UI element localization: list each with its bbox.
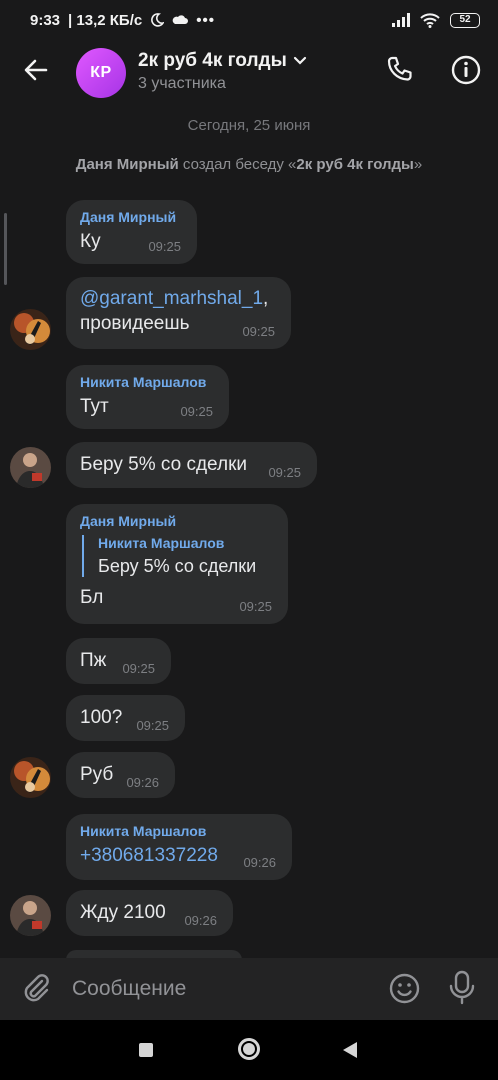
message-bubble[interactable]: Даня Мирный Никита Маршалов Беру 5% со с… (66, 504, 288, 624)
info-icon[interactable] (450, 54, 482, 86)
status-time: 9:33 (30, 11, 61, 29)
message-time: 09:26 (184, 913, 217, 928)
status-bar: 9:33 | 13,2 КБ/с ••• 52 (0, 0, 498, 40)
message-bubble[interactable]: @garant_marhshal_1, провидеешь 09:25 (66, 277, 291, 349)
chat-avatar[interactable]: КР (76, 48, 126, 98)
message-bubble[interactable]: Даня Мирный Ку 09:25 (66, 200, 197, 264)
system-back-button[interactable] (343, 1042, 357, 1058)
message-sender[interactable]: Никита Маршалов (80, 823, 278, 839)
message-time: 09:25 (242, 324, 275, 339)
chat-title-text: 2к руб 4к голды (138, 50, 287, 71)
moon-icon (151, 13, 165, 27)
message-time: 09:25 (122, 661, 155, 676)
system-author: Даня Мирный (75, 156, 179, 173)
avatar[interactable] (10, 895, 51, 936)
back-arrow-icon[interactable] (20, 54, 52, 86)
home-button[interactable] (238, 1038, 260, 1060)
system-message: Даня Мирный создал беседу «2к руб 4к гол… (75, 156, 423, 173)
message-text: @garant_marhshal_1, (80, 288, 269, 309)
message-bubble[interactable]: 100? 09:25 (66, 695, 185, 741)
microphone-icon[interactable] (447, 970, 477, 1006)
recents-button[interactable] (139, 1043, 153, 1057)
message-bubble[interactable]: Жду 2100 09:26 (66, 890, 233, 936)
message-time: 09:25 (136, 718, 169, 733)
avatar-photo (10, 447, 51, 488)
chevron-down-icon (293, 56, 306, 65)
reply-sender: Никита Маршалов (98, 535, 225, 551)
message-time: 09:26 (126, 775, 159, 790)
date-separator: Сегодня, 25 июня (187, 117, 311, 134)
chat-header: КР 2к руб 4к голды 3 участника (0, 40, 498, 106)
phone-icon[interactable] (384, 54, 416, 86)
scrollbar[interactable] (4, 213, 7, 285)
avatar-photo (10, 757, 51, 798)
message-bubble[interactable]: Руб 09:26 (66, 752, 175, 798)
avatar-photo (10, 309, 51, 350)
message-composer (0, 958, 498, 1020)
message-time: 09:25 (148, 239, 181, 254)
chat-members-count: 3 участника (138, 75, 226, 92)
message-bubble[interactable]: Никита Маршалов +380681337228 09:26 (66, 814, 292, 880)
system-chat-name: 2к руб 4к голды (296, 156, 414, 173)
reply-quote[interactable]: Никита Маршалов Беру 5% со сделки (82, 535, 274, 577)
wifi-icon (420, 12, 440, 28)
emoji-icon[interactable] (388, 972, 421, 1005)
mention-link[interactable]: @garant_marhshal_1 (80, 288, 263, 309)
chat-title-block[interactable]: 2к руб 4к голды 3 участника (138, 50, 307, 93)
message-sender[interactable]: Даня Мирный (80, 209, 183, 225)
more-notifications-icon: ••• (196, 11, 215, 29)
avatar-photo (10, 895, 51, 936)
message-sender[interactable]: Даня Мирный (80, 513, 274, 529)
reply-text: Беру 5% со сделки (98, 556, 257, 576)
message-sender[interactable]: Никита Маршалов (80, 374, 215, 390)
battery-indicator: 52 (450, 12, 480, 28)
avatar[interactable] (10, 309, 51, 350)
avatar[interactable] (10, 757, 51, 798)
cloud-icon (172, 15, 189, 24)
chat-title[interactable]: 2к руб 4к голды (138, 50, 307, 72)
message-bubble[interactable]: Беру 5% со сделки 09:25 (66, 442, 317, 488)
message-input[interactable] (72, 973, 362, 1005)
message-bubble[interactable]: Пж 09:25 (66, 638, 171, 684)
paperclip-icon[interactable] (20, 972, 52, 1006)
message-time: 09:25 (180, 404, 213, 419)
message-bubble[interactable]: Никита Маршалов Тут 09:25 (66, 365, 229, 429)
signal-icon (392, 13, 410, 27)
system-navbar (0, 1020, 498, 1080)
message-time: 09:26 (243, 855, 276, 870)
message-time: 09:25 (239, 599, 272, 614)
status-speed: | 13,2 КБ/с (68, 11, 143, 29)
message-time: 09:25 (268, 465, 301, 480)
avatar[interactable] (10, 447, 51, 488)
